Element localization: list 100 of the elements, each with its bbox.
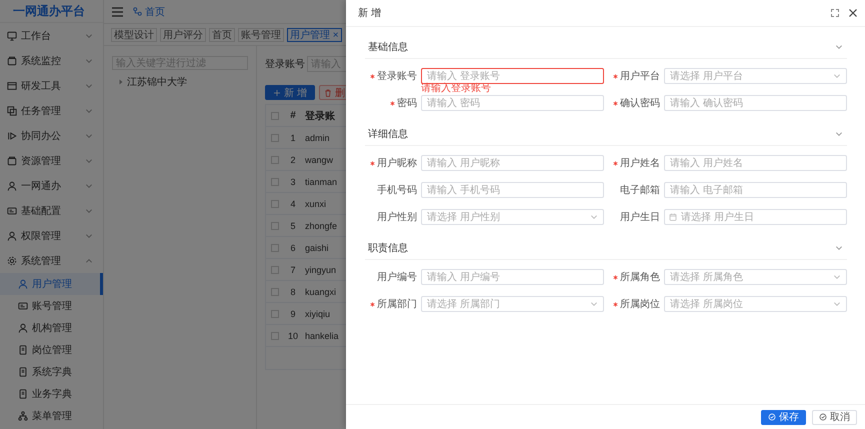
app-logo: 一网通办平台 [0,0,103,23]
copy-icon [7,106,17,116]
row-number: 3 [290,176,296,186]
field-label: 用户生日 [620,210,660,224]
box-icon [7,156,17,166]
sidebar-item[interactable]: 权限管理 [0,223,103,248]
submenu-item[interactable]: 机构管理 [0,317,103,339]
tree-icon [18,411,28,421]
drawer-title: 新 增 [358,6,382,20]
account-name: kuangxi [304,286,336,296]
field-label: 确认密码 [620,96,660,110]
checkbox[interactable] [271,332,279,340]
section-title: 详细信息 [368,128,409,141]
checkbox[interactable] [271,156,279,164]
checkbox[interactable] [271,178,279,186]
close-icon [849,9,857,17]
row-number: 8 [290,286,296,296]
select-field[interactable]: 请选择 所属岗位 [664,296,847,312]
column-header: # [290,110,296,121]
submenu-item[interactable]: 菜单管理 [0,405,103,427]
sidebar-item[interactable]: 基础配置 [0,198,103,223]
field-label: 所属岗位 [620,298,660,311]
user-icon [18,279,28,289]
checkbox[interactable] [271,266,279,274]
sidebar-item[interactable]: 系统监控 [0,48,103,73]
sidebar-item[interactable]: 资源管理 [0,148,103,173]
tab[interactable]: 首页 [209,28,235,42]
select-field[interactable]: 请选择 用户平台 [664,68,847,84]
row-number: 2 [290,154,296,164]
sidebar-item[interactable]: 协同办公 [0,123,103,148]
field-label: 登录账号 [377,70,417,83]
row-number: 7 [290,264,296,274]
sidebar-item[interactable]: 研发工具 [0,73,103,98]
checkbox[interactable] [271,288,279,296]
account-name: xiyiqiu [304,308,330,318]
row-number: 10 [288,330,298,340]
checkbox[interactable] [271,222,279,230]
row-number: 5 [290,220,296,230]
tab[interactable]: 模型设计 [111,28,157,42]
chevron-down-icon [833,72,841,80]
tab[interactable]: 用户评分 [160,28,206,42]
fullscreen-icon [831,9,839,17]
field-label: 所属角色 [620,270,660,284]
section-title: 职责信息 [368,242,409,255]
account-name: xunxi [304,198,326,208]
checkbox[interactable] [271,244,279,252]
account-name: yingyun [304,264,336,274]
field-label: 用户性别 [377,210,417,224]
checkbox[interactable] [271,134,279,142]
calendar-icon [669,213,677,221]
field-label: 用户昵称 [377,156,417,170]
add-button[interactable]: 新 增 [265,85,315,100]
tab[interactable]: 用户管理 × [287,28,342,42]
box-icon [7,56,17,66]
checkbox[interactable] [271,200,279,208]
monitor-icon [7,30,17,40]
menu-icon [112,6,123,16]
card-icon [7,206,17,216]
checkbox[interactable] [271,310,279,318]
select-field[interactable]: 请选择 所属角色 [664,269,847,285]
sidebar-item[interactable]: 一网通办 [0,173,103,198]
field-label: 电子邮箱 [620,184,660,197]
field-label: 用户编号 [377,270,417,284]
submenu-item[interactable]: 系统字典 [0,361,103,383]
input-field[interactable]: 请输入 登录账号 [421,68,604,84]
submenu-item[interactable]: 用户管理 [0,273,103,295]
circle-icon [768,413,776,421]
checkbox[interactable] [271,112,279,120]
tab[interactable]: 账号管理 [238,28,284,42]
breadcrumb-link[interactable]: 首页 [133,4,165,18]
account-name: wangw [304,154,334,164]
circle-icon [819,413,827,421]
chevron-down-icon [590,300,598,308]
save-button[interactable]: 保存 [761,410,806,424]
submenu-item[interactable]: 账号管理 [0,295,103,317]
user-icon [18,323,28,333]
sidebar-item[interactable]: 任务管理 [0,98,103,123]
field-label: 用户姓名 [620,156,660,170]
sidebar-item[interactable]: 系统管理 [0,248,103,273]
plus-icon [273,88,281,96]
field-label: 登录账号 [265,58,305,71]
cancel-button[interactable]: 取消 [812,410,857,424]
document-icon [18,345,28,355]
submenu-item[interactable]: 岗位管理 [0,339,103,361]
section-title: 基础信息 [368,40,409,54]
account-name: zhongfe [304,220,338,230]
tree-node[interactable]: 江苏锦中大学 [112,75,248,89]
sidebar-item[interactable]: 工作台 [0,23,103,48]
chevron-down-icon [833,273,841,281]
field-label: 用户平台 [620,70,660,83]
document-icon [18,389,28,399]
row-number: 4 [290,198,296,208]
submenu-item[interactable]: 业务字典 [0,383,103,405]
chevron-down-icon [833,300,841,308]
row-number: 9 [290,308,296,318]
chevron-down-icon [590,213,598,221]
select-field[interactable]: 请选择 所属部门 [421,296,604,312]
select-field[interactable]: 请选择 用户性别 [421,209,604,225]
row-number: 1 [290,132,296,142]
date-field[interactable]: 请选择 用户生日 [664,209,847,225]
